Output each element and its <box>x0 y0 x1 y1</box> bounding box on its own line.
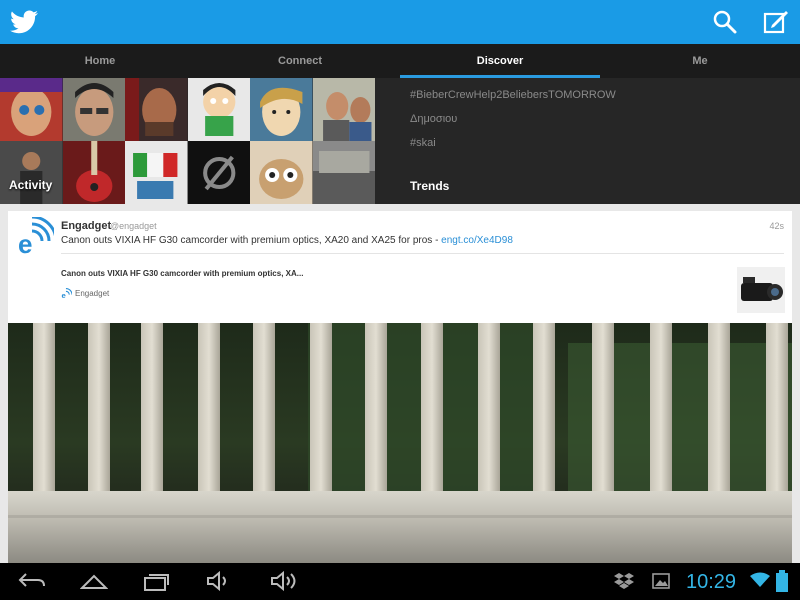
avatar <box>62 78 125 141</box>
trends-title[interactable]: Trends <box>410 179 449 193</box>
battery-icon <box>776 570 788 592</box>
avatar <box>0 78 63 141</box>
divider <box>61 253 784 254</box>
avatar <box>250 78 313 141</box>
recent-apps-icon[interactable] <box>143 570 171 592</box>
engadget-logo-icon: e <box>62 288 72 299</box>
trends-panel: #BieberCrewHelp2BeliebersTOMORROW Δημοσι… <box>400 78 800 204</box>
avatar <box>62 141 125 204</box>
trend-item[interactable]: Δημοσιου <box>410 113 457 125</box>
link-preview-source-name: Engadget <box>75 289 110 298</box>
volume-down-icon[interactable] <box>206 570 234 592</box>
tweet-timestamp: 42s <box>769 221 784 231</box>
link-preview-source: e Engadget <box>61 288 109 299</box>
system-navigation-bar: 10:29 <box>0 563 800 600</box>
avatar <box>125 141 188 204</box>
tab-bar: Home Connect Discover Me <box>0 44 800 78</box>
engadget-logo-icon[interactable]: e <box>14 217 54 257</box>
tweet-body: Canon outs VIXIA HF G30 camcorder with p… <box>61 235 442 246</box>
wifi-icon <box>750 572 770 587</box>
tab-me[interactable]: Me <box>600 44 800 78</box>
avatar <box>0 141 63 204</box>
back-icon[interactable] <box>18 570 46 592</box>
link-preview-thumbnail[interactable] <box>737 267 785 313</box>
action-bar <box>0 0 800 44</box>
discover-panel: Activity #BieberCrewHelp2BeliebersTOMORR… <box>0 78 800 204</box>
trend-item[interactable]: #skai <box>410 137 436 149</box>
tweet-author-name[interactable]: Engadget <box>61 220 111 232</box>
volume-up-icon[interactable] <box>270 570 300 592</box>
compose-icon[interactable] <box>762 8 790 36</box>
photo-image <box>8 323 792 563</box>
status-clock: 10:29 <box>686 571 737 593</box>
tab-home[interactable]: Home <box>0 44 200 78</box>
tweet-photo[interactable] <box>8 323 792 563</box>
search-icon[interactable] <box>712 9 738 35</box>
avatar <box>187 78 250 141</box>
tweet-author-handle: @engadget <box>110 221 157 231</box>
avatar <box>312 141 375 204</box>
twitter-bird-icon[interactable] <box>10 9 38 35</box>
avatar <box>125 78 188 141</box>
tweet-link[interactable]: engt.co/Xe4D98 <box>441 235 513 246</box>
activity-label: Activity <box>9 178 53 192</box>
screen: Home Connect Discover Me Activity #Biebe… <box>0 0 800 600</box>
tab-connect[interactable]: Connect <box>200 44 400 78</box>
avatar <box>187 141 250 204</box>
tweet-text: Canon outs VIXIA HF G30 camcorder with p… <box>61 235 513 246</box>
dropbox-icon[interactable] <box>614 572 634 590</box>
activity-avatar-grid[interactable]: Activity <box>0 78 375 204</box>
svg-text:e: e <box>62 291 67 299</box>
tab-discover[interactable]: Discover <box>400 44 600 78</box>
tweet-card[interactable]: e Engadget @engadget 42s Canon outs VIXI… <box>8 211 792 323</box>
image-notification-icon[interactable] <box>652 573 670 589</box>
svg-text:e: e <box>18 229 32 257</box>
avatar <box>312 78 375 141</box>
avatar <box>250 141 313 204</box>
home-icon[interactable] <box>80 570 108 592</box>
link-preview-title[interactable]: Canon outs VIXIA HF G30 camcorder with p… <box>61 269 303 278</box>
trend-item[interactable]: #BieberCrewHelp2BeliebersTOMORROW <box>410 89 616 101</box>
